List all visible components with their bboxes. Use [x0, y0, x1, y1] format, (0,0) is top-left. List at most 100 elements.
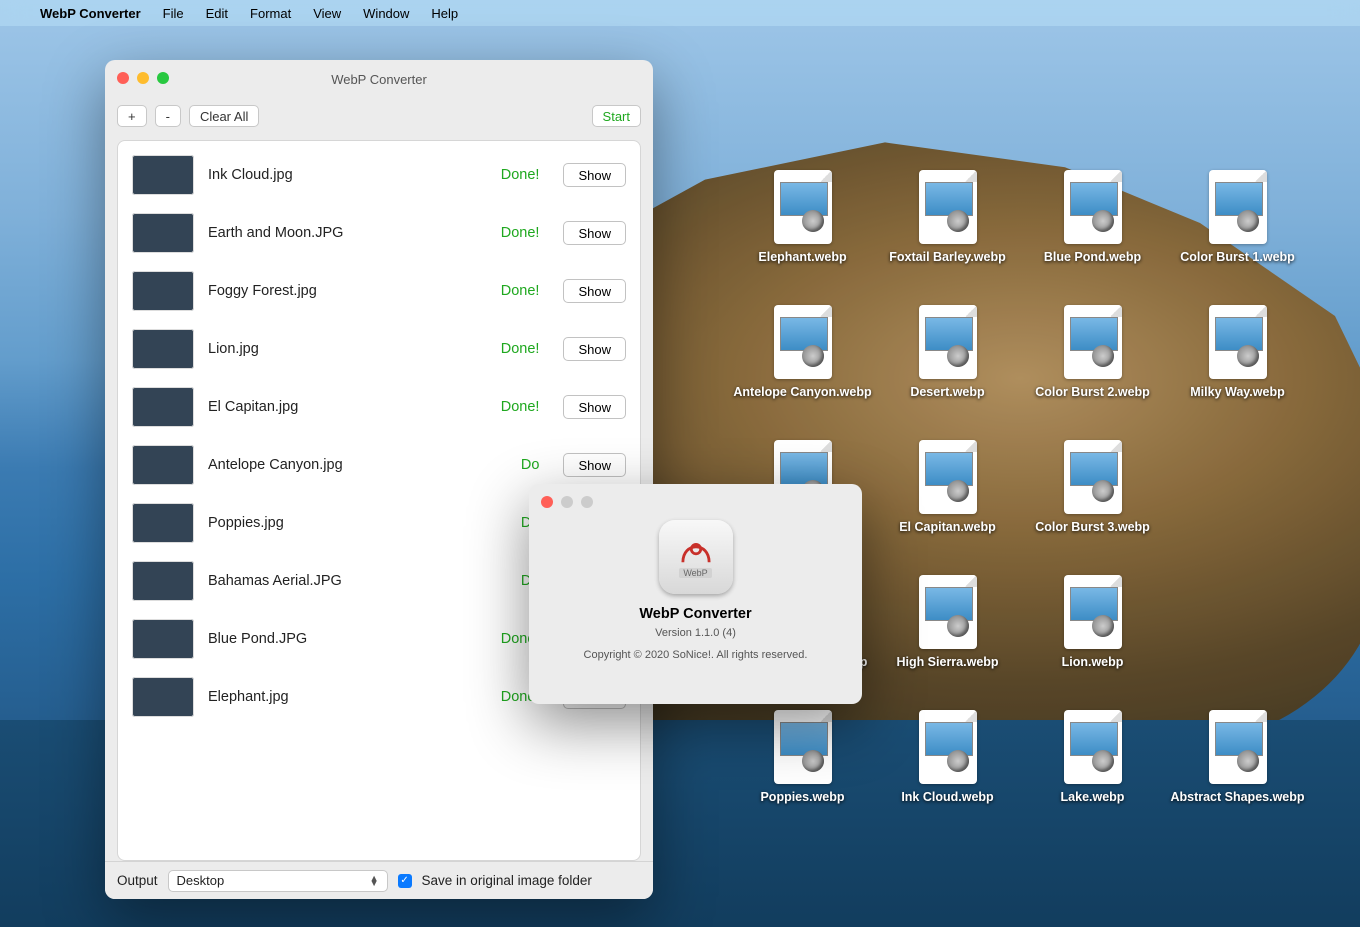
desktop-file-label: Abstract Shapes.webp	[1170, 790, 1304, 806]
file-row[interactable]: El Capitan.jpg Done! Show	[118, 379, 640, 437]
converter-titlebar[interactable]: WebP Converter	[105, 60, 653, 98]
about-minimize-button	[561, 496, 573, 508]
converter-title: WebP Converter	[331, 72, 427, 87]
add-button[interactable]: +	[117, 105, 147, 127]
show-button[interactable]: Show	[563, 163, 626, 187]
minimize-button[interactable]	[137, 72, 149, 84]
desktop-file[interactable]: El Capitan.webp	[875, 440, 1020, 575]
file-icon	[1064, 305, 1122, 379]
show-button[interactable]: Show	[563, 279, 626, 303]
file-name: Ink Cloud.jpg	[208, 167, 487, 183]
file-thumbnail	[132, 213, 194, 253]
file-name: Poppies.jpg	[208, 515, 507, 531]
file-icon	[1064, 440, 1122, 514]
file-icon	[774, 305, 832, 379]
desktop-file[interactable]: Desert.webp	[875, 305, 1020, 440]
file-name: Elephant.jpg	[208, 689, 487, 705]
file-row[interactable]: Earth and Moon.JPGDone!Show	[118, 205, 640, 263]
desktop-file-label: Lake.webp	[1061, 790, 1125, 806]
menu-window[interactable]: Window	[363, 6, 409, 21]
about-app-name: WebP Converter	[639, 606, 751, 622]
knot-icon	[677, 536, 715, 566]
output-label: Output	[117, 873, 158, 888]
desktop-file[interactable]: Antelope Canyon.webp	[730, 305, 875, 440]
desktop-file-label: Color Burst 2.webp	[1035, 385, 1150, 401]
desktop-file[interactable]: Foxtail Barley.webp	[875, 170, 1020, 305]
file-status: Done!	[501, 399, 540, 415]
menu-view[interactable]: View	[313, 6, 341, 21]
menu-help[interactable]: Help	[431, 6, 458, 21]
about-app-icon: WebP	[659, 520, 733, 594]
desktop-file-label: Elephant.webp	[758, 250, 846, 266]
file-name: Earth and Moon.JPG	[208, 225, 487, 241]
show-button[interactable]: Show	[563, 337, 626, 361]
start-button[interactable]: Start	[592, 105, 641, 127]
file-row[interactable]: Ink Cloud.jpg Done! Show	[118, 147, 640, 205]
menubar-appname[interactable]: WebP Converter	[40, 6, 141, 21]
file-icon	[919, 305, 977, 379]
file-status: Done!	[501, 167, 540, 183]
file-status: Done!	[501, 341, 540, 357]
file-icon	[919, 710, 977, 784]
menu-file[interactable]: File	[163, 6, 184, 21]
file-thumbnail	[132, 619, 194, 659]
zoom-button[interactable]	[157, 72, 169, 84]
file-icon	[919, 440, 977, 514]
desktop-file[interactable]: Milky Way.webp	[1165, 305, 1310, 440]
file-row[interactable]: Foggy Forest.jpgDone!Show	[118, 263, 640, 321]
desktop-file[interactable]: Color Burst 1.webp	[1165, 170, 1310, 305]
file-thumbnail	[132, 677, 194, 717]
file-thumbnail	[132, 387, 194, 427]
show-button[interactable]: Show	[563, 395, 626, 419]
converter-footer: Output Desktop ▲▼ ✓ Save in original ima…	[105, 861, 653, 899]
file-name: Lion.jpg	[208, 341, 487, 357]
desktop-file-label: Blue Pond.webp	[1044, 250, 1141, 266]
converter-toolbar: + - Clear All Start	[105, 98, 653, 134]
desktop-file[interactable]: Blue Pond.webp	[1020, 170, 1165, 305]
file-icon	[919, 575, 977, 649]
desktop-file-label: Ink Cloud.webp	[901, 790, 993, 806]
desktop-file[interactable]: Elephant.webp	[730, 170, 875, 305]
show-button[interactable]: Show	[563, 453, 626, 477]
desktop-file-label: El Capitan.webp	[899, 520, 996, 536]
desktop-file[interactable]: Color Burst 2.webp	[1020, 305, 1165, 440]
clear-all-button[interactable]: Clear All	[189, 105, 259, 127]
save-original-checkbox[interactable]: ✓	[398, 874, 412, 888]
traffic-lights	[117, 72, 169, 84]
desktop-file-label: Milky Way.webp	[1190, 385, 1284, 401]
file-name: Bahamas Aerial.JPG	[208, 573, 507, 589]
file-icon	[774, 710, 832, 784]
desktop-file-label: Foxtail Barley.webp	[889, 250, 1005, 266]
about-icon-badge: WebP	[679, 568, 711, 578]
file-icon	[919, 170, 977, 244]
output-value: Desktop	[177, 873, 225, 888]
desktop-file[interactable]: Color Burst 3.webp	[1020, 440, 1165, 575]
file-icon	[1209, 710, 1267, 784]
file-thumbnail	[132, 561, 194, 601]
desktop-file[interactable]: Lake.webp	[1020, 710, 1165, 845]
desktop-file[interactable]: Abstract Shapes.webp	[1165, 710, 1310, 845]
menu-format[interactable]: Format	[250, 6, 291, 21]
desktop-file[interactable]: Lion.webp	[1020, 575, 1165, 710]
file-icon	[1064, 575, 1122, 649]
output-select[interactable]: Desktop ▲▼	[168, 870, 388, 892]
desktop-file[interactable]: Ink Cloud.webp	[875, 710, 1020, 845]
desktop-file[interactable]: Poppies.webp	[730, 710, 875, 845]
remove-button[interactable]: -	[155, 105, 181, 127]
file-icon	[1064, 710, 1122, 784]
file-thumbnail	[132, 503, 194, 543]
close-button[interactable]	[117, 72, 129, 84]
about-close-button[interactable]	[541, 496, 553, 508]
desktop-file[interactable]: High Sierra.webp	[875, 575, 1020, 710]
show-button[interactable]: Show	[563, 221, 626, 245]
file-icon	[1209, 170, 1267, 244]
file-row[interactable]: Lion.jpg Done! Show	[118, 321, 640, 379]
file-name: El Capitan.jpg	[208, 399, 487, 415]
menu-edit[interactable]: Edit	[206, 6, 228, 21]
desktop-file-label: Desert.webp	[910, 385, 984, 401]
file-thumbnail	[132, 329, 194, 369]
converter-window: WebP Converter + - Clear All Start Ink C…	[105, 60, 653, 899]
desktop-file-label: Antelope Canyon.webp	[733, 385, 871, 401]
menubar: WebP Converter File Edit Format View Win…	[0, 0, 1360, 26]
file-icon	[774, 170, 832, 244]
